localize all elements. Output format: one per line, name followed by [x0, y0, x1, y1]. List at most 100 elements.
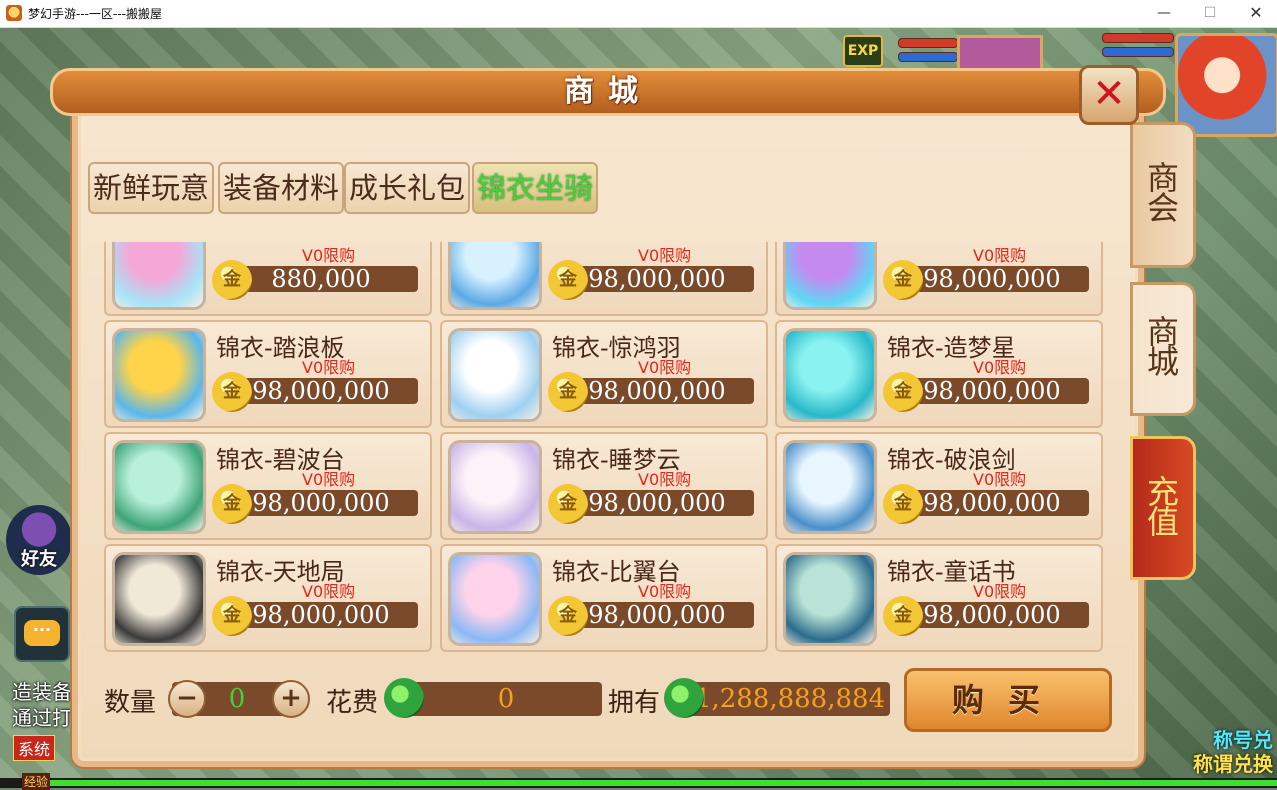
chat-line-1: 造装备	[12, 680, 72, 704]
item-thumbnail	[783, 440, 877, 534]
chat-bubble-icon: ···	[24, 620, 60, 646]
chat-line-2: 通过打	[12, 706, 72, 730]
shop-item-card[interactable]: V0限购 98,000,000 金	[775, 242, 1103, 316]
tab-growth-packs[interactable]: 成长礼包	[344, 162, 470, 214]
tab-fresh-items[interactable]: 新鲜玩意	[88, 162, 214, 214]
shop-item-card[interactable]: V0限购 880,000 金	[104, 242, 432, 316]
window-close-button[interactable]: ✕	[1233, 0, 1277, 27]
jade-currency-icon-owned	[664, 678, 704, 718]
cost-value: 0	[410, 682, 602, 716]
shop-item-card[interactable]: 锦衣-比翼台 V0限购 98,000,000 金	[440, 544, 768, 652]
item-purchase-limit: V0限购	[302, 470, 356, 489]
friend-button[interactable]: 好友	[6, 505, 72, 575]
item-purchase-limit: V0限购	[302, 358, 356, 377]
owned-label: 拥有	[608, 688, 661, 718]
shop-close-button[interactable]: ✕	[1079, 65, 1139, 125]
player-mp-bar	[1102, 47, 1174, 57]
shop-item-card[interactable]: V0限购 98,000,000 金	[440, 242, 768, 316]
item-purchase-limit: V0限购	[638, 582, 692, 601]
item-purchase-limit: V0限购	[302, 246, 356, 265]
tab-costumes-mounts[interactable]: 锦衣坐骑	[472, 162, 598, 214]
player-avatar[interactable]	[1175, 33, 1277, 137]
exp-badge-icon[interactable]: EXP	[843, 35, 883, 67]
item-thumbnail	[112, 328, 206, 422]
title-hint-2: 称谓兑换	[1193, 752, 1273, 776]
window-titlebar: 梦幻手游---一区---搬搬屋 — ☐ ✕	[0, 0, 1277, 28]
side-tab-guild-label: 商会	[1146, 159, 1179, 227]
buy-button[interactable]: 购买	[904, 668, 1112, 732]
shop-item-card[interactable]: 锦衣-造梦星 V0限购 98,000,000 金	[775, 320, 1103, 428]
gold-coin-icon: 金	[883, 260, 923, 300]
gold-coin-icon: 金	[548, 596, 588, 636]
item-price: 98,000,000	[224, 378, 418, 404]
item-thumbnail	[783, 242, 877, 310]
cost-label: 花费	[326, 688, 379, 718]
window-title: 梦幻手游---一区---搬搬屋	[28, 7, 162, 21]
shop-item-card[interactable]: 锦衣-破浪剑 V0限购 98,000,000 金	[775, 432, 1103, 540]
item-price: 98,000,000	[560, 378, 754, 404]
shop-item-card[interactable]: 锦衣-童话书 V0限购 98,000,000 金	[775, 544, 1103, 652]
item-price: 98,000,000	[560, 602, 754, 628]
gold-coin-icon: 金	[548, 260, 588, 300]
item-thumbnail	[112, 552, 206, 646]
purchase-bar: 数量 0 − + 花费 0 拥有 1,288,888,884 购买	[100, 664, 1115, 736]
item-thumbnail	[448, 242, 542, 310]
shop-item-card[interactable]: 锦衣-踏浪板 V0限购 98,000,000 金	[104, 320, 432, 428]
minimize-button[interactable]: —	[1141, 0, 1187, 27]
item-price: 98,000,000	[560, 266, 754, 292]
item-price: 98,000,000	[895, 378, 1089, 404]
experience-fill	[50, 780, 1277, 786]
gold-coin-icon: 金	[212, 372, 252, 412]
pet-mp-bar	[898, 52, 958, 62]
item-purchase-limit: V0限购	[973, 582, 1027, 601]
gold-coin-icon: 金	[212, 596, 252, 636]
item-purchase-limit: V0限购	[638, 246, 692, 265]
shop-item-card[interactable]: 锦衣-天地局 V0限购 98,000,000 金	[104, 544, 432, 652]
item-price: 98,000,000	[560, 490, 754, 516]
item-purchase-limit: V0限购	[638, 358, 692, 377]
item-price: 98,000,000	[895, 490, 1089, 516]
gold-coin-icon: 金	[548, 484, 588, 524]
item-price: 98,000,000	[895, 266, 1089, 292]
shop-item-card[interactable]: 锦衣-睡梦云 V0限购 98,000,000 金	[440, 432, 768, 540]
item-price: 880,000	[224, 266, 418, 292]
item-price: 98,000,000	[895, 602, 1089, 628]
item-thumbnail	[783, 328, 877, 422]
system-channel-tag: 系统	[13, 735, 56, 761]
item-thumbnail	[783, 552, 877, 646]
chat-button[interactable]: ···	[14, 606, 70, 662]
friend-label: 好友	[21, 549, 57, 570]
item-purchase-limit: V0限购	[973, 246, 1027, 265]
side-tab-recharge[interactable]: 充值	[1130, 436, 1196, 580]
gold-coin-icon: 金	[212, 484, 252, 524]
tab-equipment-materials[interactable]: 装备材料	[218, 162, 344, 214]
side-tab-guild[interactable]: 商会	[1130, 122, 1196, 268]
gold-coin-icon: 金	[212, 260, 252, 300]
item-thumbnail	[112, 242, 206, 310]
quantity-decrease-button[interactable]: −	[168, 680, 206, 718]
shop-item-card[interactable]: 锦衣-惊鸿羽 V0限购 98,000,000 金	[440, 320, 768, 428]
gold-coin-icon: 金	[883, 596, 923, 636]
shop-item-card[interactable]: 锦衣-碧波台 V0限购 98,000,000 金	[104, 432, 432, 540]
item-purchase-limit: V0限购	[973, 470, 1027, 489]
quantity-label: 数量	[104, 688, 157, 718]
side-tab-shop-label: 商城	[1146, 313, 1179, 381]
experience-label: 经验	[22, 773, 51, 790]
item-price: 98,000,000	[224, 490, 418, 516]
quantity-increase-button[interactable]: +	[272, 680, 310, 718]
item-purchase-limit: V0限购	[302, 582, 356, 601]
gold-coin-icon: 金	[883, 484, 923, 524]
side-tab-shop[interactable]: 商城	[1130, 282, 1196, 416]
experience-bar	[0, 778, 1277, 788]
item-purchase-limit: V0限购	[638, 470, 692, 489]
item-grid: V0限购 880,000 金 V0限购 98,000,000 金 V0限购 98,000,00…	[100, 242, 1105, 652]
player-hp-bar	[1102, 33, 1174, 43]
maximize-button[interactable]: ☐	[1187, 0, 1233, 27]
gold-coin-icon: 金	[548, 372, 588, 412]
shop-title-banner: 商城	[50, 68, 1166, 116]
item-purchase-limit: V0限购	[973, 358, 1027, 377]
pet-hp-bar	[898, 38, 958, 48]
shop-title: 商城	[564, 74, 652, 109]
jade-currency-icon	[384, 678, 424, 718]
owned-value: 1,288,888,884	[690, 682, 890, 716]
